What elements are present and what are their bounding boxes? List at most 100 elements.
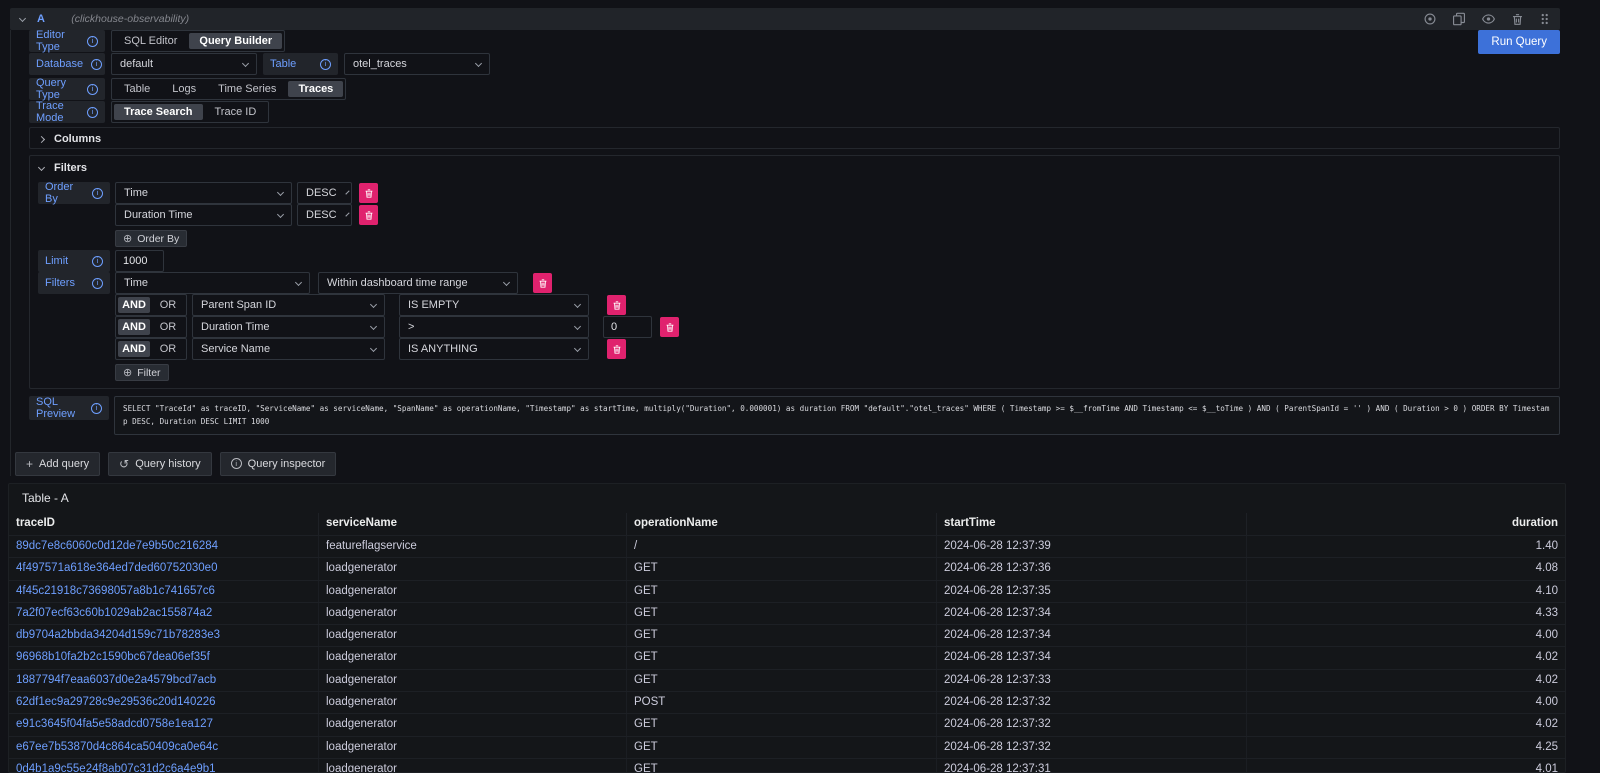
cell-trace-id-link[interactable]: 96968b10fa2b2c1590bc67dea06ef35f (9, 647, 319, 668)
add-filter-button[interactable]: ⊕ Filter (115, 364, 169, 381)
cell-trace-id-link[interactable]: 1887794f7eaa6037d0e2a4579bcd7acb (9, 670, 319, 691)
bool-operator-group: AND OR (115, 316, 187, 338)
query-type-table[interactable]: Table (114, 81, 160, 97)
limit-input[interactable] (115, 250, 164, 272)
column-header-traceid[interactable]: traceID (9, 513, 319, 535)
bool-or-option[interactable]: OR (152, 297, 184, 313)
query-editor: A (clickhouse-observability) Run Query (10, 8, 1560, 470)
columns-section: Columns (29, 127, 1560, 149)
add-query-button[interactable]: + Add query (15, 452, 100, 476)
info-icon: i (320, 59, 331, 70)
query-row-header[interactable]: A (clickhouse-observability) (10, 8, 1560, 30)
bool-and-option[interactable]: AND (118, 319, 150, 335)
column-header-starttime[interactable]: startTime (937, 513, 1247, 535)
chevron-down-icon (574, 300, 581, 307)
filter-field-select[interactable]: Duration Time (192, 316, 385, 338)
record-icon[interactable] (1423, 12, 1437, 26)
editor-type-sql-editor[interactable]: SQL Editor (114, 33, 187, 49)
filters-section: Filters Order Byi Time DESC (29, 155, 1560, 389)
filter-value-input[interactable] (603, 316, 652, 338)
duplicate-icon[interactable] (1452, 12, 1466, 26)
filters-label: Filtersi (38, 272, 110, 294)
cell-trace-id-link[interactable]: 0d4b1a9c55e24f8ab07c31d2c6a4e9b1 (9, 759, 319, 773)
filter-operator-select[interactable]: > (399, 316, 589, 338)
chevron-down-icon (370, 322, 377, 329)
filters-section-header[interactable]: Filters (30, 156, 1559, 180)
remove-filter-button[interactable] (660, 317, 679, 337)
columns-section-header[interactable]: Columns (30, 128, 1559, 150)
query-history-button[interactable]: ↺ Query history (108, 452, 211, 476)
cell-trace-id-link[interactable]: 7a2f07ecf63c60b1029ab2ac155874a2 (9, 603, 319, 624)
query-type-radio-group: Table Logs Time Series Traces (111, 78, 346, 100)
remove-filter-button[interactable] (533, 273, 552, 293)
query-type-traces[interactable]: Traces (288, 81, 343, 97)
table-header-row: traceID serviceName operationName startT… (9, 513, 1565, 535)
table-row: 4f497571a618e364ed7ded60752030e0 loadgen… (9, 557, 1565, 579)
column-header-duration[interactable]: duration (1247, 513, 1565, 535)
order-by-field-select[interactable]: Duration Time (115, 204, 292, 226)
cell-trace-id-link[interactable]: 62df1ec9a29728c9e29536c20d140226 (9, 692, 319, 713)
trash-icon[interactable] (1511, 13, 1524, 26)
drag-handle-icon[interactable] (1539, 12, 1550, 26)
cell-trace-id-link[interactable]: db9704a2bbda34204d159c71b78283e3 (9, 625, 319, 646)
remove-order-by-button[interactable] (359, 205, 378, 225)
chevron-down-icon (574, 344, 581, 351)
cell-operation-name: GET (627, 759, 937, 773)
query-type-logs[interactable]: Logs (162, 81, 206, 97)
filter-operator-select[interactable]: IS ANYTHING (399, 338, 589, 360)
cell-trace-id-link[interactable]: 4f45c21918c73698057a8b1c741657c6 (9, 581, 319, 602)
limit-label: Limiti (38, 250, 110, 272)
order-by-field-select[interactable]: Time (115, 182, 292, 204)
remove-filter-button[interactable] (607, 295, 626, 315)
trace-mode-trace-id[interactable]: Trace ID (205, 104, 267, 120)
order-by-direction-select[interactable]: DESC (297, 182, 352, 204)
cell-trace-id-link[interactable]: e67ee7b53870d4c864ca50409ca0e64c (9, 737, 319, 758)
remove-order-by-button[interactable] (359, 183, 378, 203)
trace-mode-trace-search[interactable]: Trace Search (114, 104, 203, 120)
chevron-down-icon (277, 188, 284, 195)
eye-icon[interactable] (1481, 12, 1496, 26)
filter-field-select[interactable]: Service Name (192, 338, 385, 360)
table-select[interactable]: otel_traces (344, 53, 490, 75)
column-header-servicename[interactable]: serviceName (319, 513, 627, 535)
database-select[interactable]: default (111, 53, 257, 75)
table-row: 7a2f07ecf63c60b1029ab2ac155874a2 loadgen… (9, 602, 1565, 624)
filter-field-select[interactable]: Parent Span ID (192, 294, 385, 316)
bool-or-option[interactable]: OR (152, 319, 184, 335)
query-inspector-button[interactable]: i Query inspector (220, 452, 337, 476)
cell-operation-name: GET (627, 737, 937, 758)
cell-trace-id-link[interactable]: 4f497571a618e364ed7ded60752030e0 (9, 558, 319, 579)
info-icon: i (92, 278, 103, 289)
cell-start-time: 2024-06-28 12:37:35 (937, 581, 1247, 602)
filter-field-select[interactable]: Time (115, 272, 310, 294)
bool-or-option[interactable]: OR (152, 341, 184, 357)
chevron-down-icon (574, 322, 581, 329)
editor-type-query-builder[interactable]: Query Builder (189, 33, 282, 49)
chevron-down-icon (345, 190, 349, 194)
cell-service-name: loadgenerator (319, 581, 627, 602)
chevron-down-icon (475, 59, 482, 66)
column-header-operationname[interactable]: operationName (627, 513, 937, 535)
bool-and-option[interactable]: AND (118, 341, 150, 357)
filter-operator-select[interactable]: Within dashboard time range (318, 272, 518, 294)
run-query-button[interactable]: Run Query (1478, 30, 1560, 54)
order-by-direction-select[interactable]: DESC (297, 204, 352, 226)
cell-service-name: loadgenerator (319, 670, 627, 691)
filter-operator-select[interactable]: IS EMPTY (399, 294, 589, 316)
cell-start-time: 2024-06-28 12:37:36 (937, 558, 1247, 579)
table-row: 89dc7e8c6060c0d12de7e9b50c216284 feature… (9, 535, 1565, 557)
info-icon: i (87, 84, 98, 95)
add-order-by-button[interactable]: ⊕ Order By (115, 230, 187, 247)
trace-mode-radio-group: Trace Search Trace ID (111, 101, 269, 123)
collapse-query-chevron-icon[interactable] (19, 14, 26, 21)
cell-trace-id-link[interactable]: e91c3645f04fa5e58adcd0758e1ea127 (9, 714, 319, 735)
query-type-time-series[interactable]: Time Series (208, 81, 286, 97)
chevron-down-icon (370, 344, 377, 351)
cell-operation-name: GET (627, 670, 937, 691)
bool-and-option[interactable]: AND (118, 297, 150, 313)
cell-start-time: 2024-06-28 12:37:33 (937, 670, 1247, 691)
remove-filter-button[interactable] (607, 339, 626, 359)
cell-trace-id-link[interactable]: 89dc7e8c6060c0d12de7e9b50c216284 (9, 536, 319, 557)
table-row: 1887794f7eaa6037d0e2a4579bcd7acb loadgen… (9, 669, 1565, 691)
cell-duration: 4.02 (1247, 670, 1565, 691)
